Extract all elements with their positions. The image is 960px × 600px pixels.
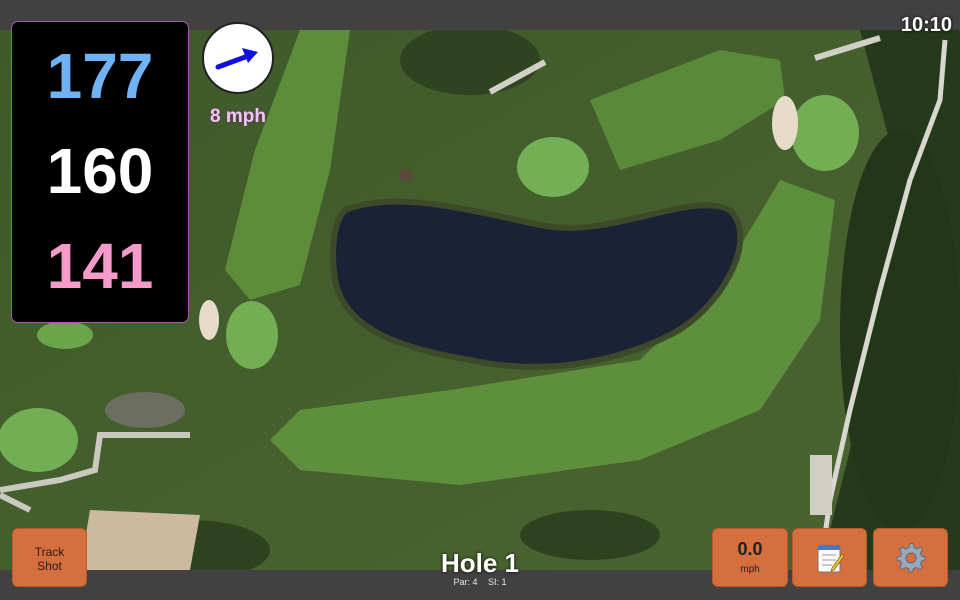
par-label: Par: 4	[453, 577, 478, 587]
track-shot-label: Track Shot	[34, 545, 65, 573]
wind-direction-arrow-icon	[215, 48, 258, 70]
si-label: SI: 1	[488, 577, 507, 587]
track-shot-button[interactable]: Track Shot	[12, 528, 87, 587]
notepad-icon	[817, 544, 845, 572]
middle-yardage: 160	[46, 135, 154, 207]
gear-icon	[896, 542, 925, 572]
speed-button[interactable]: 0.0 mph	[712, 528, 788, 587]
back-yardage: 177	[46, 40, 154, 112]
clock: 10:10	[900, 14, 952, 36]
wind-direction-dial	[202, 22, 274, 94]
yardage-panel: 177 160 141	[12, 22, 188, 322]
settings-button[interactable]	[873, 528, 948, 587]
speed-value: 0.0	[737, 539, 763, 559]
hole-meta: Par: 4 SI: 1	[380, 577, 580, 587]
hole-title: Hole 1	[440, 548, 520, 578]
notes-button[interactable]	[792, 528, 867, 587]
speed-unit: mph	[740, 564, 760, 575]
wind-speed-label: 8 mph	[210, 106, 266, 127]
front-yardage: 141	[46, 230, 154, 302]
